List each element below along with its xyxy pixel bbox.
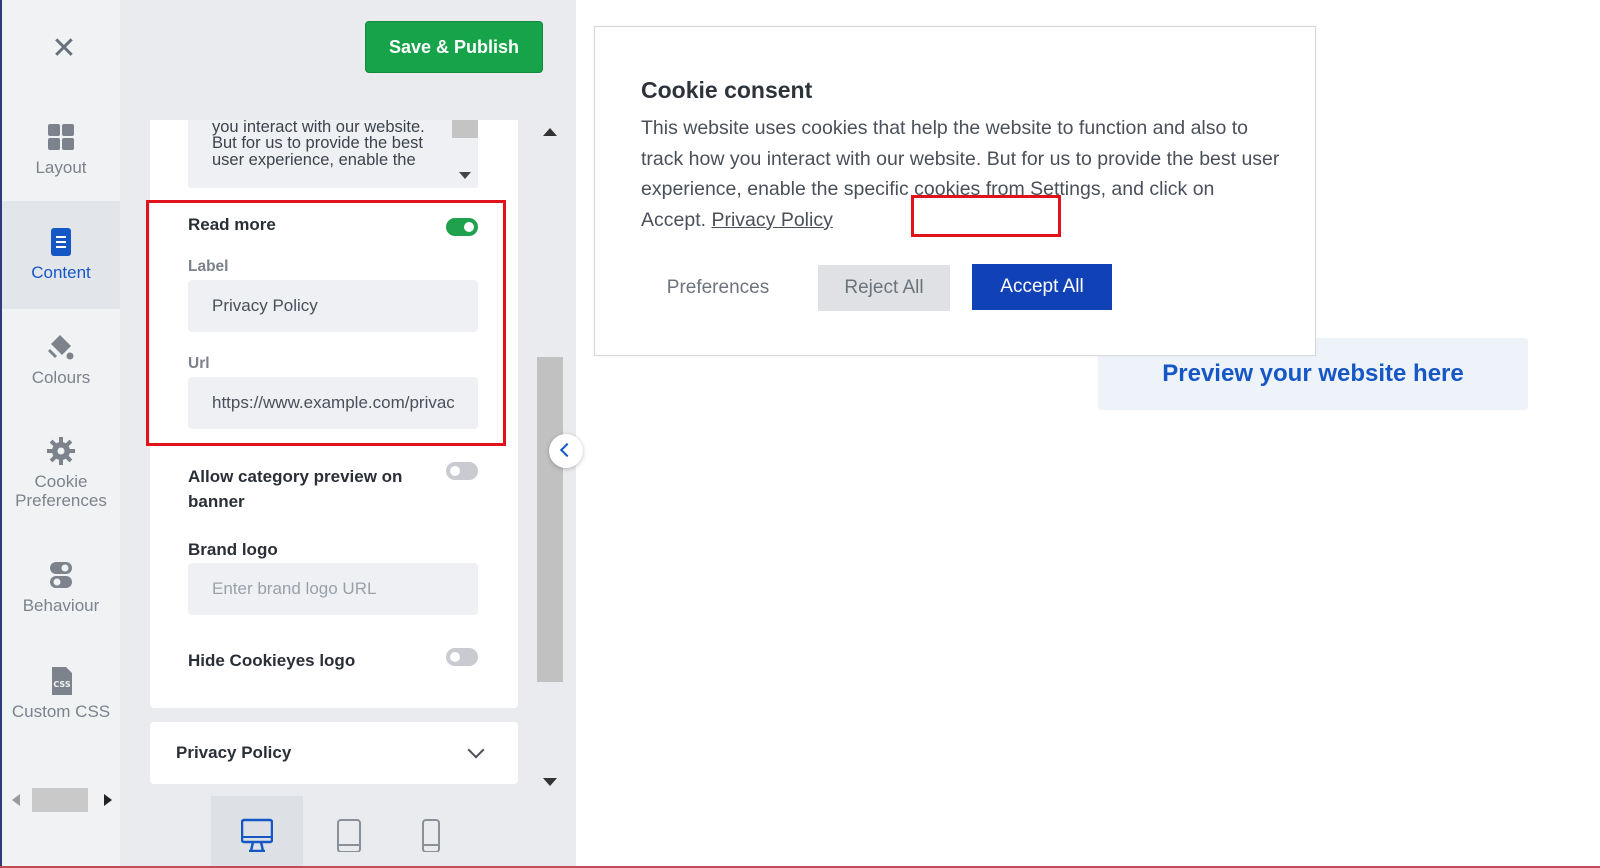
chevron-left-icon (559, 442, 575, 458)
desktop-icon (241, 818, 273, 852)
rail-item-label: Colours (31, 368, 91, 387)
rail-item-colours[interactable]: Colours (2, 332, 120, 402)
category-preview-label: Allow category preview on banner (188, 467, 403, 511)
brand-logo-input[interactable] (188, 563, 478, 615)
brand-logo-label: Brand logo (188, 540, 278, 559)
settings-panel: Save & Publish function and also to trac… (120, 0, 576, 868)
cookie-consent-banner: Cookie consent This website uses cookies… (594, 26, 1316, 356)
mobile-icon (422, 819, 440, 852)
banner-title: Cookie consent (641, 77, 813, 103)
rail-item-layout[interactable]: Layout (2, 118, 120, 198)
settings-scroll-area: function and also to track how you inter… (120, 120, 576, 812)
device-tablet[interactable] (303, 796, 395, 868)
css-file-icon: CSS (52, 667, 72, 695)
collapse-panel-button[interactable] (549, 434, 583, 468)
read-more-label-input[interactable] (188, 280, 478, 332)
hide-logo-toggle[interactable] (446, 648, 478, 666)
rail-item-label: Cookie Preferences (15, 472, 107, 510)
read-more-label: Read more (188, 215, 276, 234)
preferences-button[interactable]: Preferences (641, 265, 795, 311)
device-mobile[interactable] (385, 796, 477, 868)
paint-bucket-icon (47, 335, 74, 360)
accept-all-button[interactable]: Accept All (972, 264, 1112, 310)
device-switcher (120, 796, 564, 868)
hide-logo-label: Hide Cookieyes logo (188, 651, 356, 670)
scroll-right-arrow-icon[interactable] (104, 794, 112, 806)
url-field-title: Url (188, 355, 210, 372)
gear-icon (47, 437, 75, 465)
rail-item-cookie-preferences[interactable]: Cookie Preferences (2, 436, 120, 526)
icon-rail: ✕ Layout Content Colours Cookie Preferen… (2, 0, 120, 868)
rail-item-behaviour[interactable]: Behaviour (2, 560, 120, 630)
description-textarea[interactable]: function and also to track how you inter… (188, 120, 478, 188)
content-settings-card: function and also to track how you inter… (146, 120, 518, 708)
rail-item-content[interactable]: Content (2, 201, 120, 309)
save-publish-button[interactable]: Save & Publish (365, 21, 543, 73)
grid-icon (48, 124, 74, 150)
read-more-url-input[interactable] (188, 377, 478, 429)
scroll-up-arrow-icon[interactable] (543, 128, 557, 136)
svg-text:CSS: CSS (53, 680, 70, 689)
rail-item-label: Custom CSS (11, 702, 111, 721)
rail-horizontal-scrollbar[interactable] (12, 788, 112, 812)
close-icon[interactable]: ✕ (47, 32, 81, 66)
rail-item-label: Content (31, 263, 91, 282)
chevron-down-icon[interactable] (467, 741, 485, 759)
rail-item-label: Layout (35, 158, 87, 177)
read-more-toggle[interactable] (446, 218, 478, 236)
document-icon (51, 228, 71, 256)
label-field-title: Label (188, 258, 229, 275)
scrollbar-thumb[interactable] (32, 788, 88, 812)
description-text: function and also to track how you inter… (212, 120, 425, 169)
privacy-policy-title: Privacy Policy (176, 743, 292, 762)
reject-all-button[interactable]: Reject All (818, 265, 950, 311)
highlight-privacy-link (911, 195, 1061, 237)
scroll-down-arrow-icon[interactable] (543, 778, 557, 786)
category-preview-toggle[interactable] (446, 462, 478, 480)
privacy-policy-link[interactable]: Privacy Policy (711, 209, 832, 231)
tablet-icon (337, 819, 361, 852)
rail-item-custom-css[interactable]: CSS Custom CSS (2, 666, 120, 756)
scroll-left-arrow-icon[interactable] (12, 794, 20, 806)
privacy-policy-accordion[interactable]: Privacy Policy (150, 722, 518, 784)
toggles-icon (50, 562, 72, 588)
textarea-scroll-down-icon[interactable] (459, 172, 471, 179)
cookie-banner-editor: ✕ Layout Content Colours Cookie Preferen… (0, 0, 1600, 868)
rail-item-label: Behaviour (22, 596, 100, 615)
scrollbar-thumb[interactable] (537, 357, 563, 682)
device-desktop[interactable] (211, 796, 303, 868)
textarea-scrollbar-thumb[interactable] (452, 120, 478, 138)
